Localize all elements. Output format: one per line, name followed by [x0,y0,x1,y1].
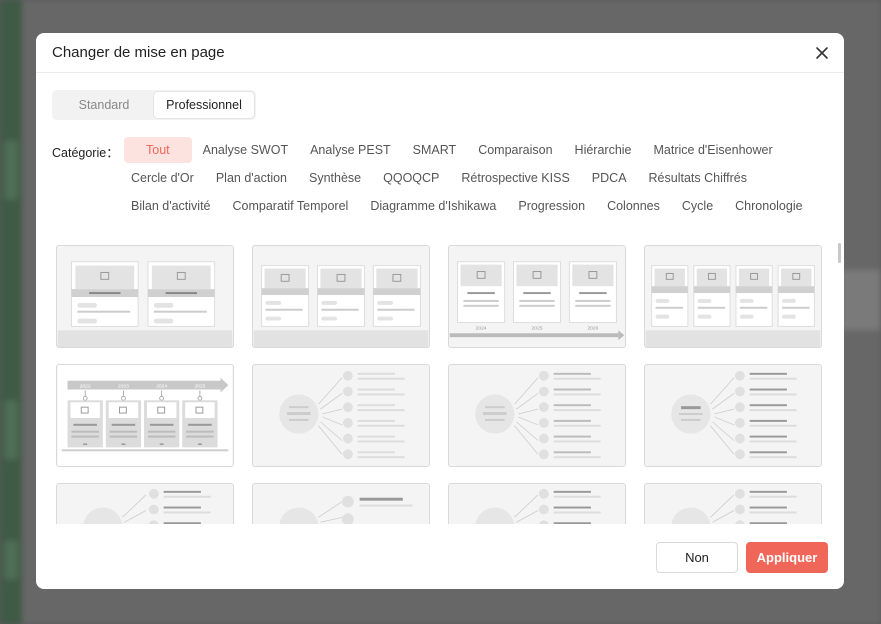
category-diagramme-ishikawa[interactable]: Diagramme d'Ishikawa [359,193,507,219]
category-row-3: Bilan d'activité Comparatif Temporel Dia… [120,193,814,219]
category-comparatif-temporel[interactable]: Comparatif Temporel [222,193,360,219]
layout-thumbnail[interactable] [644,364,822,467]
layout-thumbnail[interactable] [56,483,234,524]
layout-grid: 2024 2025 2026 2022 2023 2024 2025 [36,238,844,524]
category-resultats-chiffres[interactable]: Résultats Chiffrés [638,165,758,191]
category-analyse-pest[interactable]: Analyse PEST [299,137,402,163]
tab-standard[interactable]: Standard [54,92,154,118]
layout-thumbnail[interactable] [252,483,430,524]
category-qqoqcp[interactable]: QQOQCP [372,165,450,191]
tab-professionnel[interactable]: Professionnel [154,92,254,118]
change-layout-dialog: Changer de mise en page Standard Profess… [36,33,844,589]
category-row-2: Cercle d'Or Plan d'action Synthèse QQOQC… [120,165,758,191]
layout-thumbnail[interactable] [448,364,626,467]
category-colonnes[interactable]: Colonnes [596,193,671,219]
timeline-year-label: 2026 [587,325,598,331]
category-bilan-activite[interactable]: Bilan d'activité [120,193,222,219]
timeline-year-label: 2023 [118,384,129,390]
close-button[interactable] [812,43,832,63]
background-panel [841,270,881,330]
close-icon [816,47,828,59]
category-plan-action[interactable]: Plan d'action [205,165,298,191]
layout-thumbnail[interactable]: 2024 2025 2026 [448,245,626,348]
cancel-button[interactable]: Non [656,542,738,573]
layout-thumbnail[interactable] [56,245,234,348]
layout-thumbnail[interactable] [252,245,430,348]
layout-thumbnail[interactable] [644,483,822,524]
dialog-header: Changer de mise en page [36,33,844,73]
layout-thumbnail[interactable]: 2022 2023 2024 2025 [56,364,234,467]
category-label: Catégorie： [52,146,119,160]
background-card [4,140,18,200]
category-tout[interactable]: Tout [124,137,192,163]
category-progression[interactable]: Progression [507,193,596,219]
layout-thumbnail[interactable] [644,245,822,348]
timeline-year-label: 2025 [194,384,205,390]
background-card [4,540,18,580]
category-synthese[interactable]: Synthèse [298,165,372,191]
layout-thumbnail[interactable] [448,483,626,524]
category-comparaison[interactable]: Comparaison [467,137,563,163]
category-cycle[interactable]: Cycle [671,193,724,219]
apply-button[interactable]: Appliquer [746,542,828,573]
dialog-title: Changer de mise en page [52,44,225,61]
background-card [4,400,18,460]
category-matrice-eisenhower[interactable]: Matrice d'Eisenhower [643,137,784,163]
category-pdca[interactable]: PDCA [581,165,638,191]
category-analyse-swot[interactable]: Analyse SWOT [192,137,299,163]
category-hierarchie[interactable]: Hiérarchie [564,137,643,163]
category-row-1: Tout Analyse SWOT Analyse PEST SMART Com… [124,137,784,163]
timeline-year-label: 2024 [476,325,487,331]
layout-thumbnail[interactable] [252,364,430,467]
category-retrospective-kiss[interactable]: Rétrospective KISS [450,165,580,191]
category-chronologie[interactable]: Chronologie [724,193,813,219]
category-cercle-or[interactable]: Cercle d'Or [120,165,205,191]
layout-type-tabs: Standard Professionnel [52,90,256,120]
grid-scrollbar[interactable] [838,243,841,263]
category-smart[interactable]: SMART [402,137,468,163]
timeline-year-label: 2022 [80,384,91,390]
timeline-year-label: 2025 [532,325,543,331]
timeline-year-label: 2024 [156,384,167,390]
